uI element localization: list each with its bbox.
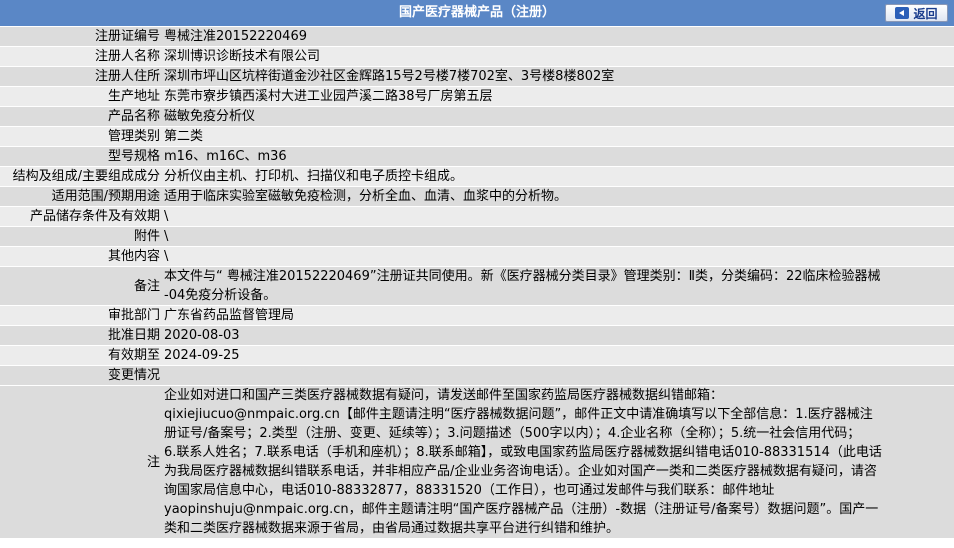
row-label: 产品名称	[0, 106, 162, 127]
row-label: 注册人名称	[0, 46, 162, 67]
row-value: 磁敏免疫分析仪	[162, 106, 954, 127]
row-value: \	[162, 206, 954, 227]
row-change-status: 变更情况	[0, 365, 954, 386]
row-registration-number: 注册证编号 粤械注准20152220469	[0, 27, 954, 47]
back-button-label: 返回	[913, 6, 938, 21]
row-label: 备注	[0, 266, 162, 306]
row-label: 产品储存条件及有效期	[0, 206, 162, 227]
detail-table: 注册证编号 粤械注准20152220469 注册人名称 深圳博识诊断技术有限公司…	[0, 27, 954, 539]
row-label: 注册证编号	[0, 27, 162, 47]
row-note: 注 企业如对进口和国产三类医疗器械数据有疑问，请发送邮件至国家药监局医疗器械数据…	[0, 385, 954, 539]
row-label: 型号规格	[0, 146, 162, 167]
row-value: 粤械注准20152220469	[162, 27, 954, 47]
back-button[interactable]: 返回	[885, 4, 948, 22]
row-value: 第二类	[162, 126, 954, 147]
row-label: 适用范围/预期用途	[0, 186, 162, 207]
row-label: 生产地址	[0, 86, 162, 107]
note-line: 企业如对进口和国产三类医疗器械数据有疑问，请发送邮件至国家药监局医疗器械数据纠错…	[164, 388, 724, 403]
row-product-name: 产品名称 磁敏免疫分析仪	[0, 106, 954, 127]
row-value: 广东省药品监督管理局	[162, 305, 954, 326]
row-intended-use: 适用范围/预期用途 适用于临床实验室磁敏免疫检测，分析全血、血清、血浆中的分析物…	[0, 186, 954, 207]
note-line: yaopinshuju@nmpaic.org.cn，邮件主题请注明“国产医疗器械…	[164, 502, 879, 517]
row-label: 管理类别	[0, 126, 162, 147]
row-approval-department: 审批部门 广东省药品监督管理局	[0, 305, 954, 326]
row-value: m16、m16C、m36	[162, 146, 954, 167]
row-label: 变更情况	[0, 365, 162, 386]
row-registrant-address: 注册人住所 深圳市坪山区坑梓街道金沙社区金辉路15号2号楼7楼702室、3号楼8…	[0, 66, 954, 87]
remarks-line: 本文件与“ 粤械注准20152220469”注册证共同使用。新《医疗器械分类目录…	[164, 269, 881, 284]
row-value: \	[162, 246, 954, 267]
row-label: 附件	[0, 226, 162, 247]
note-line: 询国家局信息中心，电话010-88332877，88331520（工作日），也可…	[164, 483, 775, 498]
row-label: 有效期至	[0, 345, 162, 366]
row-management-class: 管理类别 第二类	[0, 126, 954, 147]
row-value	[162, 365, 954, 386]
row-registrant-name: 注册人名称 深圳博识诊断技术有限公司	[0, 46, 954, 67]
row-value: 深圳博识诊断技术有限公司	[162, 46, 954, 67]
row-approval-date: 批准日期 2020-08-03	[0, 325, 954, 346]
row-storage-validity: 产品储存条件及有效期 \	[0, 206, 954, 227]
back-arrow-icon	[895, 7, 910, 19]
row-value: 深圳市坪山区坑梓街道金沙社区金辉路15号2号楼7楼702室、3号楼8楼802室	[162, 66, 954, 87]
note-line: 册证号/备案号；2.类型（注册、变更、延续等）；3.问题描述（500字以内）；4…	[164, 426, 861, 441]
note-line: 类和二类医疗器械数据来源于省局，由省局通过数据共享平台进行纠错和维护。	[164, 521, 620, 536]
row-value: \	[162, 226, 954, 247]
row-value: 企业如对进口和国产三类医疗器械数据有疑问，请发送邮件至国家药监局医疗器械数据纠错…	[162, 385, 954, 539]
row-label: 注册人住所	[0, 66, 162, 87]
row-model-spec: 型号规格 m16、m16C、m36	[0, 146, 954, 167]
row-value: 2024-09-25	[162, 345, 954, 366]
row-label: 批准日期	[0, 325, 162, 346]
row-remarks: 备注 本文件与“ 粤械注准20152220469”注册证共同使用。新《医疗器械分…	[0, 266, 954, 306]
page-header: 国产医疗器械产品（注册） 返回	[0, 0, 954, 27]
row-value: 本文件与“ 粤械注准20152220469”注册证共同使用。新《医疗器械分类目录…	[162, 266, 954, 306]
row-label: 审批部门	[0, 305, 162, 326]
remarks-line: -04免疫分析设备。	[164, 288, 277, 303]
row-other-content: 其他内容 \	[0, 246, 954, 267]
note-line: 6.联系人姓名；7.联系电话（手机和座机）；8.联系邮箱】，或致电国家药监局医疗…	[164, 445, 882, 460]
note-line: qixiejiucuo@nmpaic.org.cn【邮件主题请注明“医疗器械数据…	[164, 407, 873, 422]
row-valid-until: 有效期至 2024-09-25	[0, 345, 954, 366]
row-value: 东莞市寮步镇西溪村大进工业园芦溪二路38号厂房第五层	[162, 86, 954, 107]
row-production-address: 生产地址 东莞市寮步镇西溪村大进工业园芦溪二路38号厂房第五层	[0, 86, 954, 107]
row-label: 结构及组成/主要组成成分	[0, 166, 162, 187]
row-attachments: 附件 \	[0, 226, 954, 247]
row-structure-composition: 结构及组成/主要组成成分 分析仪由主机、打印机、扫描仪和电子质控卡组成。	[0, 166, 954, 187]
row-value: 2020-08-03	[162, 325, 954, 346]
row-label: 注	[0, 385, 162, 539]
row-value: 适用于临床实验室磁敏免疫检测，分析全血、血清、血浆中的分析物。	[162, 186, 954, 207]
row-label: 其他内容	[0, 246, 162, 267]
row-value: 分析仪由主机、打印机、扫描仪和电子质控卡组成。	[162, 166, 954, 187]
page-title: 国产医疗器械产品（注册）	[398, 5, 555, 20]
note-line: 为我局医疗器械数据纠错联系电话，并非相应产品/企业业务咨询电话）。企业如对国产一…	[164, 464, 877, 479]
